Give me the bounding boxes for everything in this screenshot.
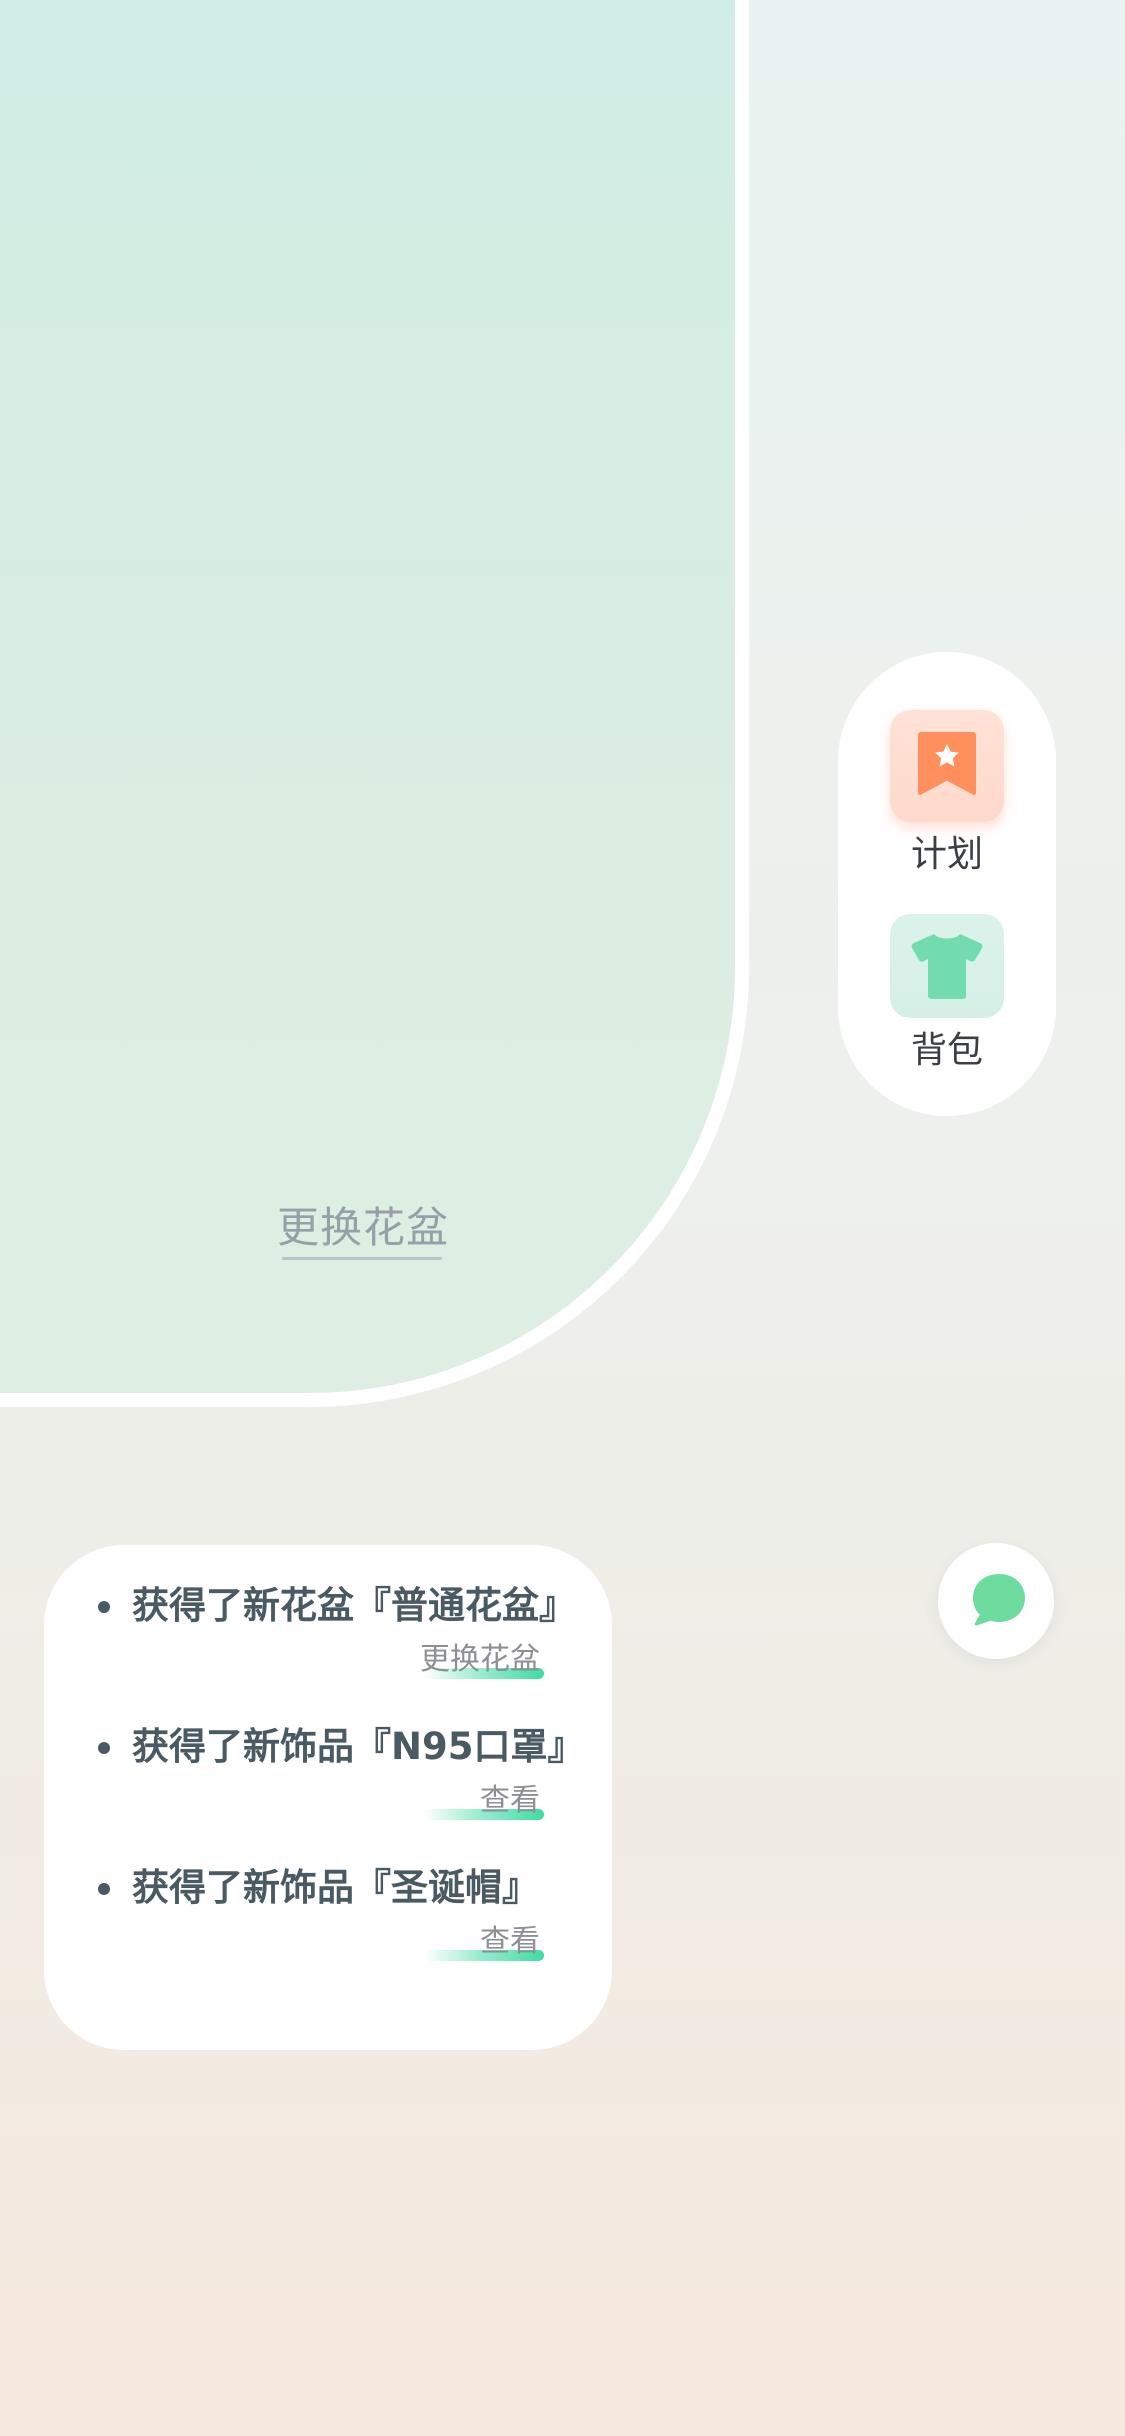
menu-item-plan[interactable]: 计划 [838, 710, 1056, 878]
menu-label-bag: 背包 [910, 1030, 983, 1071]
notification-text: 获得了新饰品『N95口罩』 [132, 1725, 585, 1768]
side-menu: 计划 背包 [838, 652, 1056, 1116]
notification-action[interactable]: 查看 [424, 1917, 544, 1967]
notification-action[interactable]: 查看 [424, 1776, 544, 1826]
bullet-dot [98, 1742, 110, 1754]
notification-item: 获得了新饰品『N95口罩』 查看 [44, 1714, 612, 1844]
action-label: 更换花盆 [420, 1642, 540, 1677]
bullet-dot [98, 1601, 110, 1613]
bullet-dot [98, 1883, 110, 1895]
chat-button[interactable] [938, 1543, 1054, 1659]
notification-text: 获得了新饰品『圣诞帽』 [132, 1866, 539, 1909]
action-label: 查看 [480, 1924, 540, 1959]
tshirt-icon [911, 934, 983, 999]
change-pot-underline [282, 1257, 442, 1260]
notification-item: 获得了新饰品『圣诞帽』 查看 [44, 1855, 612, 1985]
plant-panel [0, 0, 749, 1407]
action-label: 查看 [480, 1783, 540, 1818]
notification-item: 获得了新花盆『普通花盆』 更换花盆 [44, 1573, 612, 1703]
notification-text: 获得了新花盆『普通花盆』 [132, 1584, 576, 1627]
notification-card: 获得了新花盆『普通花盆』 更换花盆 获得了新饰品『N95口罩』 查看 获得了新饰… [44, 1545, 612, 2050]
menu-item-bag[interactable]: 背包 [838, 914, 1056, 1074]
menu-label-plan: 计划 [910, 834, 983, 875]
bookmark-star-icon [918, 732, 976, 795]
change-pot-link[interactable]: 更换花盆 [277, 1200, 449, 1256]
notification-action[interactable]: 更换花盆 [420, 1635, 544, 1685]
chat-bubble-icon [973, 1574, 1025, 1626]
plan-icon-box [890, 710, 1004, 822]
bag-icon-box [890, 914, 1004, 1018]
